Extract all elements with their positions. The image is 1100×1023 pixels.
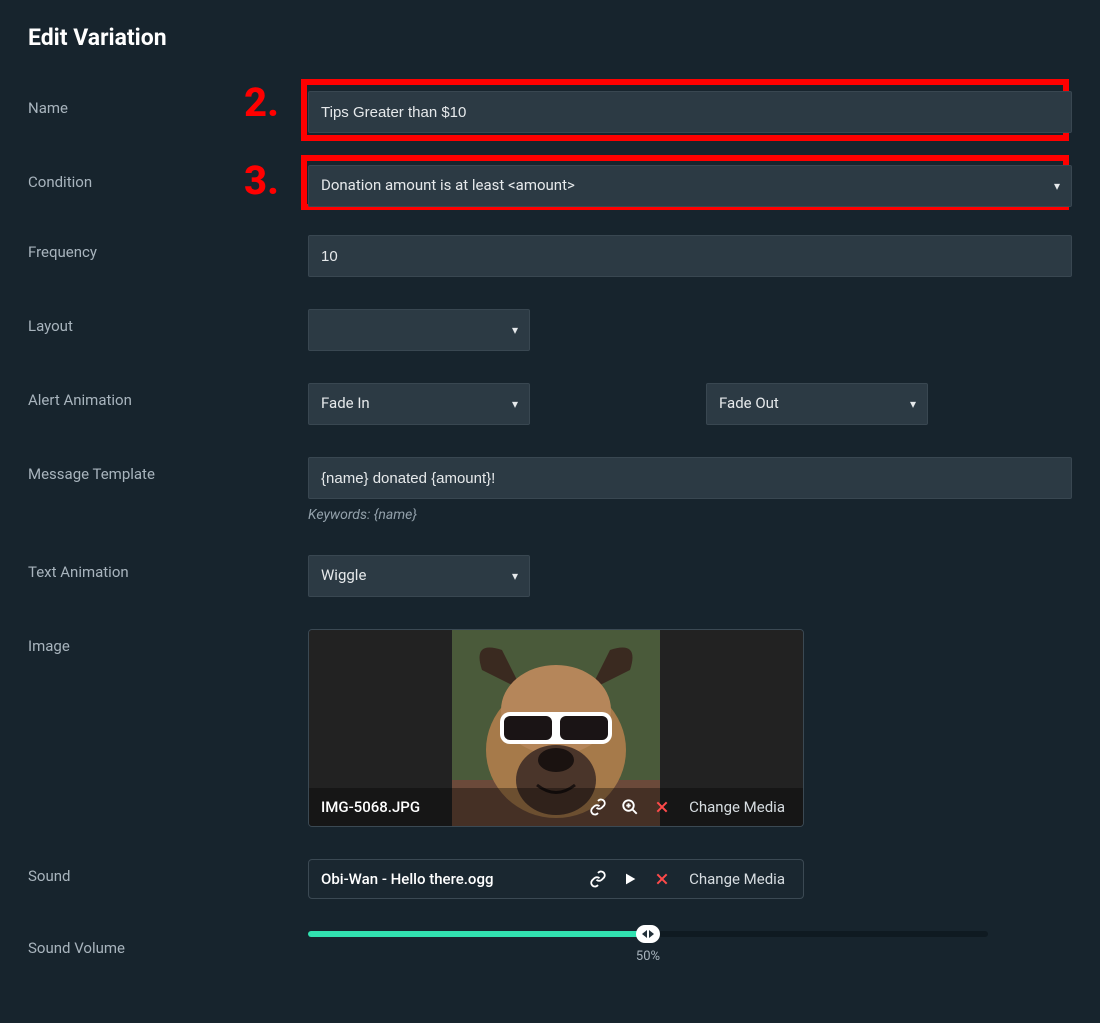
play-icon[interactable]	[619, 868, 641, 890]
image-label: Image	[28, 629, 308, 827]
frequency-input[interactable]	[308, 235, 1072, 277]
link-icon[interactable]	[587, 796, 609, 818]
alert-in-select[interactable]: Fade In	[308, 383, 530, 425]
alert-out-select[interactable]: Fade Out	[706, 383, 928, 425]
message-template-input[interactable]	[308, 457, 1072, 499]
sound-link-icon[interactable]	[587, 868, 609, 890]
slider-thumb-icon[interactable]	[636, 925, 660, 943]
zoom-icon[interactable]	[619, 796, 641, 818]
sound-filename: Obi-Wan - Hello there.ogg	[321, 870, 577, 888]
volume-value: 50%	[636, 949, 660, 964]
frequency-label: Frequency	[28, 235, 308, 277]
text-animation-label: Text Animation	[28, 555, 308, 597]
layout-label: Layout	[28, 309, 308, 351]
layout-select[interactable]	[308, 309, 530, 351]
change-sound-button[interactable]: Change Media	[683, 870, 791, 888]
text-animation-select[interactable]: Wiggle	[308, 555, 530, 597]
keywords-hint: Keywords: {name}	[308, 507, 1072, 523]
message-template-label: Message Template	[28, 457, 308, 523]
alert-animation-label: Alert Animation	[28, 383, 308, 425]
image-filename: IMG-5068.JPG	[321, 798, 577, 816]
remove-image-icon[interactable]	[651, 796, 673, 818]
page-title: Edit Variation	[28, 24, 1072, 51]
condition-select[interactable]: Donation amount is at least <amount>	[308, 165, 1072, 207]
change-image-button[interactable]: Change Media	[683, 798, 791, 816]
sound-volume-label: Sound Volume	[28, 931, 308, 957]
sound-label: Sound	[28, 859, 308, 899]
image-media-box: IMG-5068.JPG Change Media	[308, 629, 804, 827]
remove-sound-icon[interactable]	[651, 868, 673, 890]
sound-media-box: Obi-Wan - Hello there.ogg Change Media	[308, 859, 804, 899]
name-input[interactable]	[308, 91, 1072, 133]
condition-label: Condition	[28, 165, 308, 207]
name-label: Name	[28, 91, 308, 133]
volume-slider[interactable]: 50%	[308, 931, 988, 937]
